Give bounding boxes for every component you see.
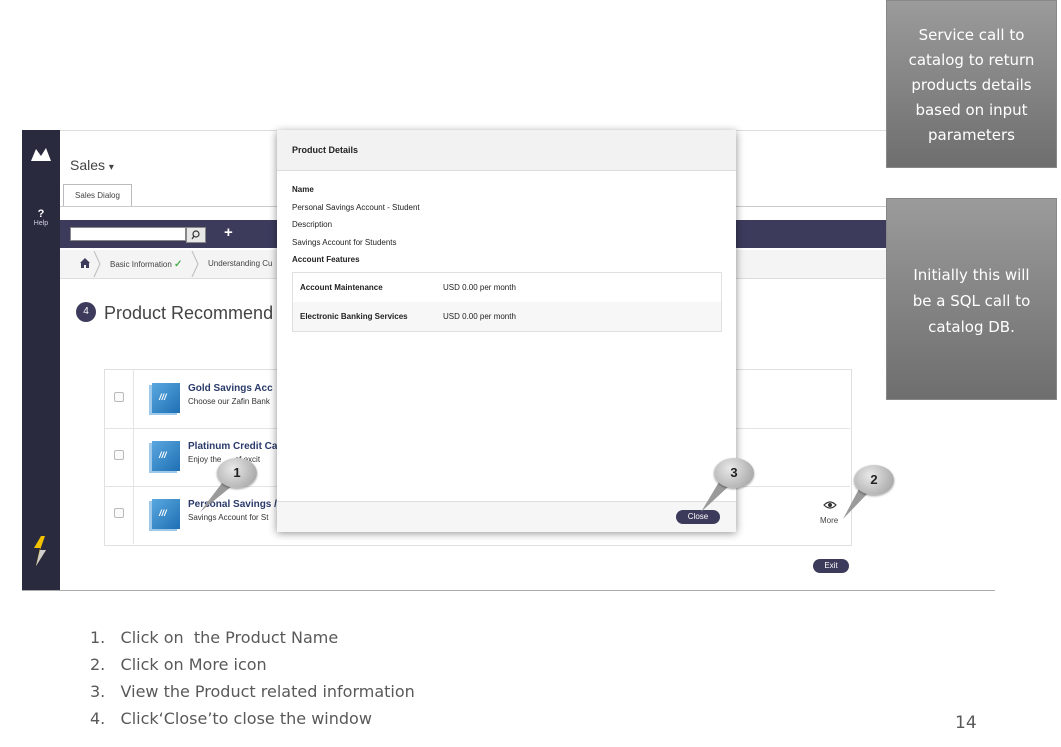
instruction-item: 3. View the Product related information (90, 682, 415, 701)
callout-2: 2 (854, 465, 894, 495)
instruction-item: 2. Click on More icon (90, 655, 267, 674)
callout-3: 3 (714, 458, 754, 488)
note-sql-call: Initially this will be a SQL call to cat… (886, 198, 1057, 400)
instruction-item: 1. Click on the Product Name (90, 628, 339, 647)
instructions-list: 1. Click on the Product Name 2. Click on… (90, 628, 415, 736)
callout-1: 1 (217, 458, 257, 488)
instruction-item: 4. Click‘Close’to close the window (90, 709, 372, 728)
note-service-call: Service call to catalog to return produc… (886, 0, 1057, 168)
callout-pointer-1 (200, 483, 232, 512)
page-number: 14 (955, 713, 977, 733)
